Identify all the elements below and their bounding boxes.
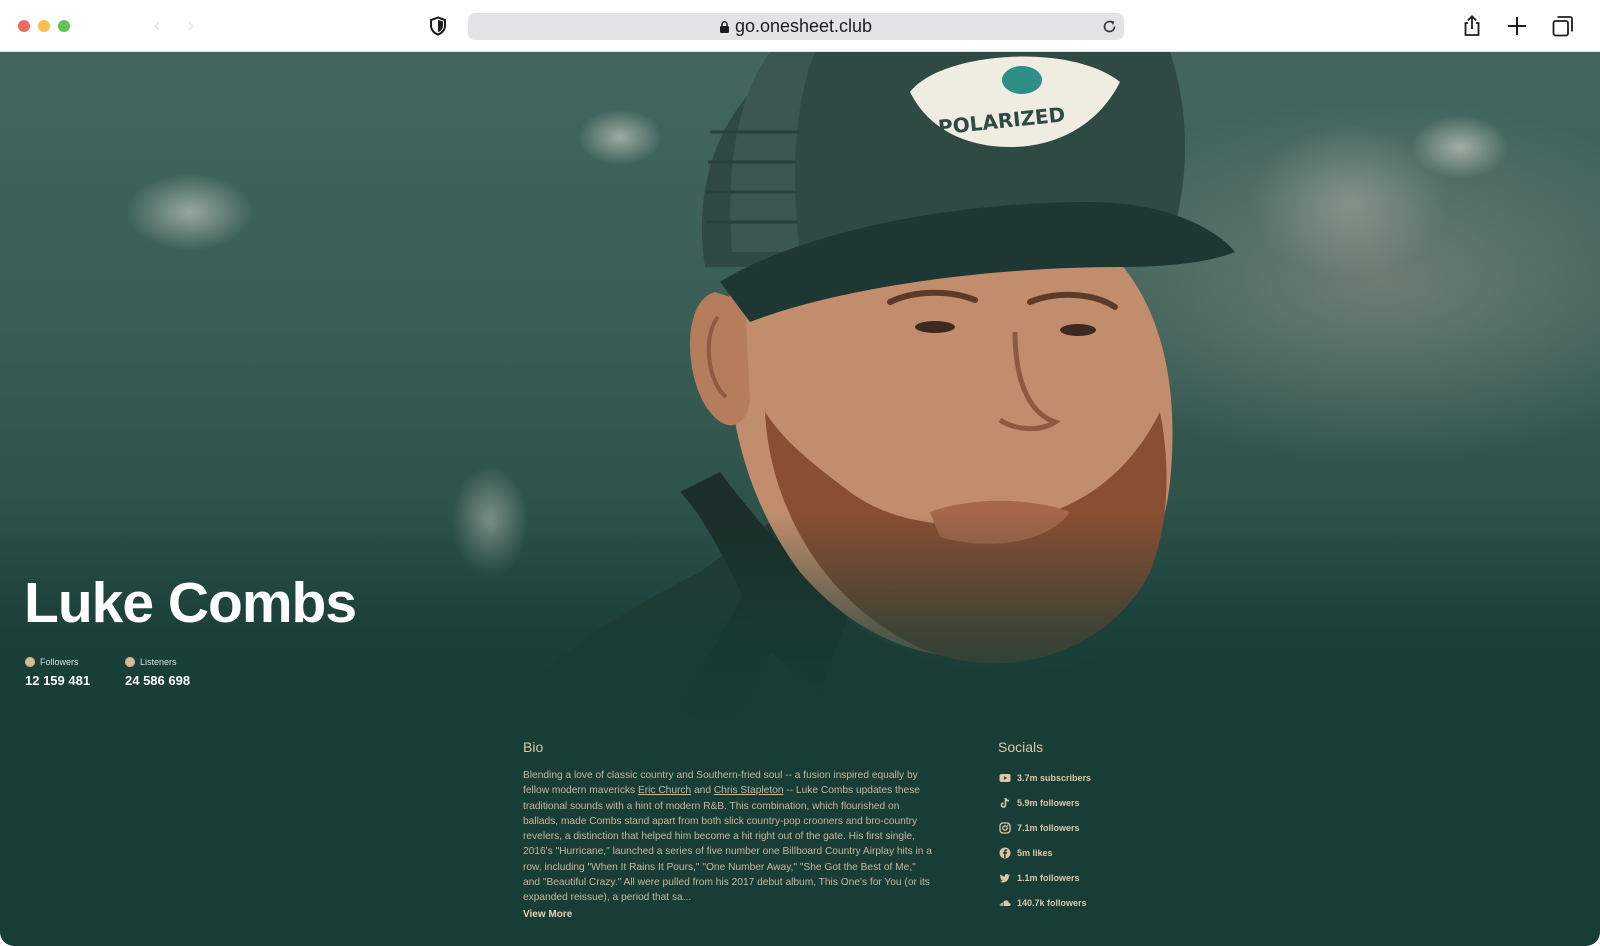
listeners-stat-head: Listeners <box>125 655 190 669</box>
forward-icon[interactable]: › <box>180 14 202 36</box>
reload-icon[interactable] <box>1101 18 1118 35</box>
listeners-stat: Listeners 24 586 698 <box>125 655 190 688</box>
chris-stapleton-link[interactable]: Chris Stapleton <box>714 785 784 796</box>
social-youtube[interactable]: 3.7m subscribers <box>998 765 1198 790</box>
bio-text: Blending a love of classic country and S… <box>523 768 933 906</box>
social-soundcloud-label: 140.7k followers <box>1017 897 1087 908</box>
lock-icon <box>719 21 729 33</box>
followers-stat-head: Followers <box>25 655 90 669</box>
address-bar[interactable]: go.onesheet.club <box>468 13 1124 40</box>
followers-label: Followers <box>40 657 79 667</box>
soundcloud-icon <box>999 899 1011 906</box>
share-icon[interactable] <box>1460 14 1484 38</box>
social-instagram-label: 7.1m followers <box>1017 822 1080 833</box>
zoom-window-button[interactable] <box>58 20 70 32</box>
new-tab-icon[interactable] <box>1505 14 1529 38</box>
social-youtube-label: 3.7m subscribers <box>1017 772 1092 783</box>
hero-banner: POLARIZED Luke Combs Followers 12 159 48… <box>0 52 1600 728</box>
instagram-icon <box>999 821 1011 834</box>
followers-value: 12 159 481 <box>25 673 91 688</box>
twitter-icon <box>999 873 1010 882</box>
browser-toolbar: ‹ › go.onesheet.club <box>0 0 1600 52</box>
artist-name: Luke Combs <box>24 571 357 635</box>
artist-page: POLARIZED Luke Combs Followers 12 159 48… <box>0 52 1600 946</box>
followers-icon <box>25 657 35 667</box>
listeners-icon <box>125 657 135 667</box>
tiktok-icon <box>1000 797 1010 808</box>
facebook-icon <box>999 847 1011 858</box>
view-more-link[interactable]: View More <box>523 909 933 920</box>
social-tiktok-label: 5.9m followers <box>1017 797 1080 808</box>
back-icon[interactable]: ‹ <box>146 14 168 36</box>
socials-title: Socials <box>998 739 1044 755</box>
social-twitter[interactable]: 1.1m followers <box>998 865 1198 890</box>
followers-stat: Followers 12 159 481 <box>25 655 90 688</box>
social-list: 3.7m subscribers 5.9m followers 7.1m fol… <box>998 765 1198 915</box>
listeners-value: 24 586 698 <box>125 673 191 688</box>
browser-window: ‹ › go.onesheet.club POLARIZED Luke Comb… <box>0 0 1600 946</box>
social-twitter-label: 1.1m followers <box>1017 872 1080 883</box>
social-soundcloud[interactable]: 140.7k followers <box>998 890 1198 915</box>
eric-church-link[interactable]: Eric Church <box>638 785 691 796</box>
bio-title: Bio <box>523 739 544 755</box>
bio-text-part-2: and <box>691 785 714 797</box>
bio-section: Bio Blending a love of classic country a… <box>523 738 933 920</box>
social-instagram[interactable]: 7.1m followers <box>998 815 1198 840</box>
url-text: go.onesheet.club <box>734 16 873 36</box>
close-window-button[interactable] <box>18 20 30 32</box>
social-facebook-label: 5m likes <box>1017 847 1053 858</box>
social-tiktok[interactable]: 5.9m followers <box>998 790 1198 815</box>
shield-icon[interactable] <box>428 16 448 36</box>
tab-overview-icon[interactable] <box>1551 14 1575 38</box>
minimize-window-button[interactable] <box>38 20 50 32</box>
listeners-label: Listeners <box>140 657 177 667</box>
bio-text-part-3: -- Luke Combs updates these traditional … <box>523 785 932 904</box>
socials-section: Socials 3.7m subscribers 5.9m followers <box>998 738 1198 915</box>
address-bar-content: go.onesheet.club <box>468 13 1124 40</box>
youtube-icon <box>999 773 1011 782</box>
social-facebook[interactable]: 5m likes <box>998 840 1198 865</box>
